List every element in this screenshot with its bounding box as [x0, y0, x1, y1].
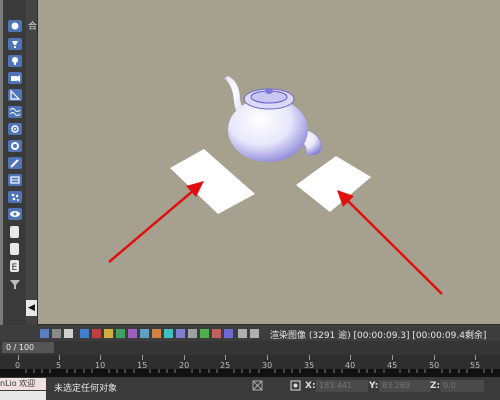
collapse-panel-button[interactable]: ◀	[26, 300, 37, 316]
render-icon[interactable]	[40, 329, 49, 338]
transform-mode-icon[interactable]	[290, 380, 301, 391]
sphere-icon[interactable]	[8, 20, 22, 32]
camera-icon[interactable]	[8, 72, 22, 84]
annotation-arrow-right	[337, 190, 443, 295]
light-bulb-icon[interactable]	[8, 55, 22, 67]
history-icon[interactable]	[164, 329, 173, 338]
tick	[392, 355, 393, 360]
compare-icon[interactable]	[212, 329, 221, 338]
svg-text:E: E	[12, 263, 18, 272]
keyframe-track[interactable]	[0, 369, 500, 377]
tick	[18, 355, 19, 360]
dial-icon[interactable]	[8, 140, 22, 152]
right-card-plane[interactable]	[296, 156, 371, 212]
tick	[475, 355, 476, 360]
y-coordinate-field[interactable]: 83.269	[379, 380, 431, 392]
tick	[184, 355, 185, 360]
teapot-object[interactable]	[224, 76, 323, 162]
panel-tab-label[interactable]: 合	[28, 22, 37, 32]
window-icon[interactable]	[64, 329, 73, 338]
x-label: X:	[305, 381, 316, 391]
document-icon[interactable]	[10, 243, 19, 255]
brightness-icon[interactable]	[152, 329, 161, 338]
maxscript-listener[interactable]: nLio 欢迎	[0, 378, 46, 390]
status-bar: 渲染图像 (3291 逾) [00:00:09.3] [00:00:09.4剩余…	[0, 325, 500, 341]
tick	[142, 355, 143, 360]
camera-settings-icon[interactable]	[140, 329, 149, 338]
environment-icon[interactable]	[116, 329, 125, 338]
annotation-arrow-left	[108, 181, 204, 263]
viewport-scene	[108, 76, 443, 295]
scene-icon[interactable]	[80, 329, 89, 338]
lamp-icon[interactable]	[8, 38, 22, 50]
tick	[434, 355, 435, 360]
tick	[309, 355, 310, 360]
effects-icon[interactable]	[128, 329, 137, 338]
selection-status: 未选定任何对象	[54, 384, 118, 394]
y-label: Y:	[369, 381, 379, 391]
box-icon[interactable]	[8, 174, 22, 186]
tick	[225, 355, 226, 360]
tick	[100, 355, 101, 360]
frame-icon[interactable]	[52, 329, 61, 338]
tick	[59, 355, 60, 360]
histogram-icon[interactable]	[224, 329, 233, 338]
create-toolbar: E	[3, 0, 26, 325]
eye-icon[interactable]	[8, 208, 22, 220]
page-icon[interactable]	[10, 226, 19, 238]
z-label: Z:	[430, 381, 441, 391]
bottom-status-area: nLio 欢迎 未选定任何对象 X: 183.441 Y: 83.269 Z: …	[0, 377, 500, 400]
selection-lock-icon[interactable]	[252, 380, 263, 391]
wave-icon[interactable]	[8, 106, 22, 118]
particle-icon[interactable]	[8, 191, 22, 203]
filter-icon[interactable]	[9, 278, 21, 290]
time-slider-thumb[interactable]: 0 / 100	[2, 342, 54, 353]
command-panel-edge: 合	[26, 0, 37, 325]
brush-icon[interactable]	[8, 157, 22, 169]
left-card-plane[interactable]	[170, 149, 255, 214]
maxscript-input[interactable]	[0, 391, 46, 400]
text-icon[interactable]: E	[10, 260, 19, 272]
light-icon[interactable]	[104, 329, 113, 338]
time-slider-bar[interactable]: 0 / 100	[0, 341, 500, 355]
x-coordinate-field[interactable]: 183.441	[316, 380, 368, 392]
tick	[350, 355, 351, 360]
material-icon[interactable]	[92, 329, 101, 338]
stamp-icon[interactable]	[250, 329, 259, 338]
grid-icon[interactable]	[188, 329, 197, 338]
settings-icon[interactable]	[176, 329, 185, 338]
lock-icon[interactable]	[238, 329, 247, 338]
3d-viewport[interactable]	[38, 0, 500, 324]
gear-icon[interactable]	[8, 123, 22, 135]
ruler-icon[interactable]	[8, 89, 22, 101]
z-coordinate-field[interactable]: 0.0	[440, 380, 484, 392]
render-status-text: 渲染图像 (3291 逾) [00:00:09.3] [00:00:09.4剩余…	[270, 331, 487, 341]
channels-icon[interactable]	[200, 329, 209, 338]
tick	[267, 355, 268, 360]
